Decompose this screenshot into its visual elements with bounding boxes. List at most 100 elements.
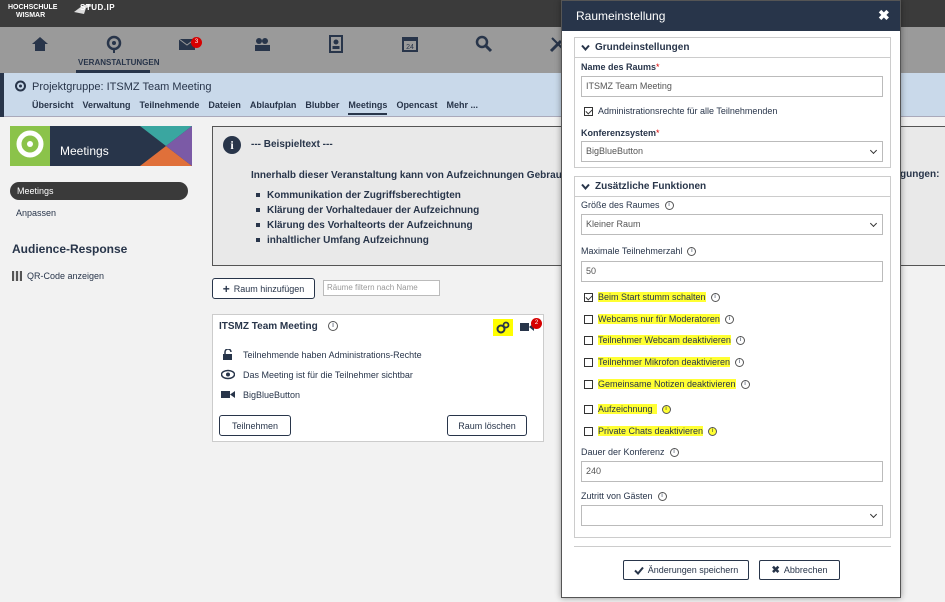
option-disable-private-chats[interactable]: Private Chats deaktivieren i: [584, 424, 718, 438]
cancel-label: Abbrechen: [783, 565, 828, 575]
room-size-select[interactable]: Kleiner Raum: [581, 214, 883, 235]
info-list-item: Klärung der Vorhaltedauer der Aufzeichnu…: [255, 205, 480, 216]
dialog-title: Raumeinstellung: [576, 9, 666, 23]
required-marker: *: [656, 128, 660, 138]
group-icon: [15, 80, 26, 92]
info-icon[interactable]: i: [661, 404, 671, 414]
extra-functions-legend[interactable]: Zusätzliche Funktionen: [575, 177, 890, 197]
checkbox-box: [584, 426, 593, 436]
video-camera-icon: [221, 391, 235, 398]
checkbox-label: Aufzeichnung: [598, 404, 657, 414]
conference-system-select[interactable]: BigBlueButton: [581, 141, 883, 162]
tab-dateien[interactable]: Dateien: [208, 100, 241, 115]
info-icon[interactable]: i: [710, 292, 720, 302]
messages-badge: 3: [191, 37, 202, 48]
tab-opencast[interactable]: Opencast: [396, 100, 437, 115]
info-icon[interactable]: i: [724, 314, 734, 324]
max-participants-input[interactable]: 50: [581, 261, 883, 282]
info-icon[interactable]: i: [664, 200, 674, 210]
delete-room-button[interactable]: Raum löschen: [447, 415, 527, 436]
option-disable-notes[interactable]: Gemeinsame Notizen deaktivieren i: [584, 377, 750, 391]
university-logo[interactable]: HOCHSCHULE WISMAR STUD.IP: [8, 4, 115, 20]
eye-icon: [221, 369, 235, 380]
tab-verwaltung[interactable]: Verwaltung: [83, 100, 131, 115]
info-icon[interactable]: i: [328, 321, 338, 331]
max-participants-label: Maximale Teilnehmerzahl i: [581, 246, 697, 256]
home-icon: [32, 37, 48, 51]
nav-search[interactable]: [469, 35, 499, 65]
info-text-tail: gungen:: [900, 169, 940, 180]
tab-teilnehmende[interactable]: Teilnehmende: [140, 100, 200, 115]
save-changes-button[interactable]: Änderungen speichern: [623, 560, 749, 580]
close-icon[interactable]: ✖: [878, 8, 890, 22]
checkbox-box: [584, 357, 593, 367]
room-filter-input[interactable]: Räume filtern nach Name: [323, 280, 440, 296]
tab-ablaufplan[interactable]: Ablaufplan: [250, 100, 297, 115]
checkbox-label: Administrationsrechte für alle Teilnehme…: [598, 106, 778, 116]
info-list: Kommunikation der Zugriffsberechtigten K…: [255, 190, 480, 250]
tab-blubber[interactable]: Blubber: [305, 100, 339, 115]
add-room-button[interactable]: + Raum hinzufügen: [212, 278, 315, 299]
room-name-input[interactable]: ITSMZ Team Meeting: [581, 76, 883, 97]
calendar-icon: 24: [402, 37, 418, 52]
info-list-item: Kommunikation der Zugriffsberechtigten: [255, 190, 479, 201]
sidebar-item-qr-code[interactable]: QR-Code anzeigen: [12, 271, 104, 281]
guest-access-label-text: Zutritt von Gästen: [581, 491, 653, 501]
gears-icon[interactable]: [496, 321, 510, 334]
option-disable-mic[interactable]: Teilnehmer Mikrofon deaktivieren i: [584, 355, 745, 369]
sidebar-image: Meetings: [10, 126, 192, 166]
basic-settings-title: Grundeinstellungen: [595, 41, 690, 53]
info-icon[interactable]: i: [708, 426, 718, 436]
info-icon[interactable]: i: [735, 357, 745, 367]
nav-home[interactable]: [25, 35, 55, 65]
info-icon[interactable]: i: [740, 379, 750, 389]
nav-profile[interactable]: [321, 35, 351, 65]
nav-veranstaltungen-label[interactable]: VERANSTALTUNGEN: [78, 58, 159, 67]
info-icon[interactable]: i: [687, 246, 697, 256]
nav-community[interactable]: [247, 35, 277, 65]
info-icon[interactable]: i: [669, 447, 679, 457]
required-marker: *: [656, 62, 660, 72]
option-recording[interactable]: Aufzeichnung i: [584, 402, 671, 416]
info-list-item: Klärung des Vorhalteorts der Aufzeichnun…: [255, 220, 479, 231]
profile-icon: [329, 35, 343, 53]
room-badge: 2: [531, 318, 542, 329]
sidebar-item-meetings[interactable]: Meetings: [10, 182, 188, 200]
option-disable-webcam[interactable]: Teilnehmer Webcam deaktivieren i: [584, 333, 745, 347]
checkbox-label: Beim Start stumm schalten: [598, 292, 706, 302]
duration-label: Dauer der Konferenz i: [581, 447, 679, 457]
tab-bar: Übersicht Verwaltung Teilnehmende Dateie…: [32, 100, 487, 115]
nav-messages[interactable]: 3: [172, 35, 202, 65]
cancel-button[interactable]: ✖ Abbrechen: [759, 560, 840, 580]
room-row-text: Das Meeting ist für die Teilnehmer sicht…: [243, 369, 413, 380]
tab-mehr[interactable]: Mehr ...: [446, 100, 478, 115]
unlock-icon: [223, 349, 232, 360]
admin-rights-checkbox[interactable]: Administrationsrechte für alle Teilnehme…: [584, 104, 777, 118]
room-card: ITSMZ Team Meeting i 2 Teilnehmende habe…: [212, 314, 544, 442]
tab-uebersicht[interactable]: Übersicht: [32, 100, 74, 115]
duration-input[interactable]: 240: [581, 461, 883, 482]
option-mute-on-start[interactable]: Beim Start stumm schalten i: [584, 290, 720, 304]
join-label: Teilnehmen: [231, 420, 279, 431]
info-icon[interactable]: i: [657, 491, 667, 501]
sidebar-section-title: Audience-Response: [12, 242, 128, 256]
logo-line-2: WISMAR: [16, 12, 46, 19]
room-title: ITSMZ Team Meeting: [219, 321, 318, 332]
guest-access-select[interactable]: [581, 505, 883, 526]
tab-meetings[interactable]: Meetings: [348, 100, 388, 115]
room-row-visible: Das Meeting ist für die Teilnehmer sicht…: [221, 369, 413, 380]
conference-system-label: Konferenzsystem*: [581, 128, 660, 138]
basic-settings-legend[interactable]: Grundeinstellungen: [575, 38, 890, 58]
join-button[interactable]: Teilnehmen: [219, 415, 291, 436]
option-webcams-moderators[interactable]: Webcams nur für Moderatoren i: [584, 312, 734, 326]
checkmark-icon: [633, 566, 644, 575]
info-icon[interactable]: i: [735, 335, 745, 345]
nav-planner[interactable]: 24: [395, 35, 425, 65]
plus-icon: +: [222, 281, 230, 296]
info-icon: i: [223, 136, 241, 154]
info-title: --- Beispieltext ---: [251, 139, 333, 150]
duration-label-text: Dauer der Konferenz: [581, 447, 665, 457]
checkbox-box: [584, 335, 593, 345]
max-participants-label-text: Maximale Teilnehmerzahl: [581, 246, 683, 256]
sidebar-item-anpassen[interactable]: Anpassen: [16, 208, 56, 218]
